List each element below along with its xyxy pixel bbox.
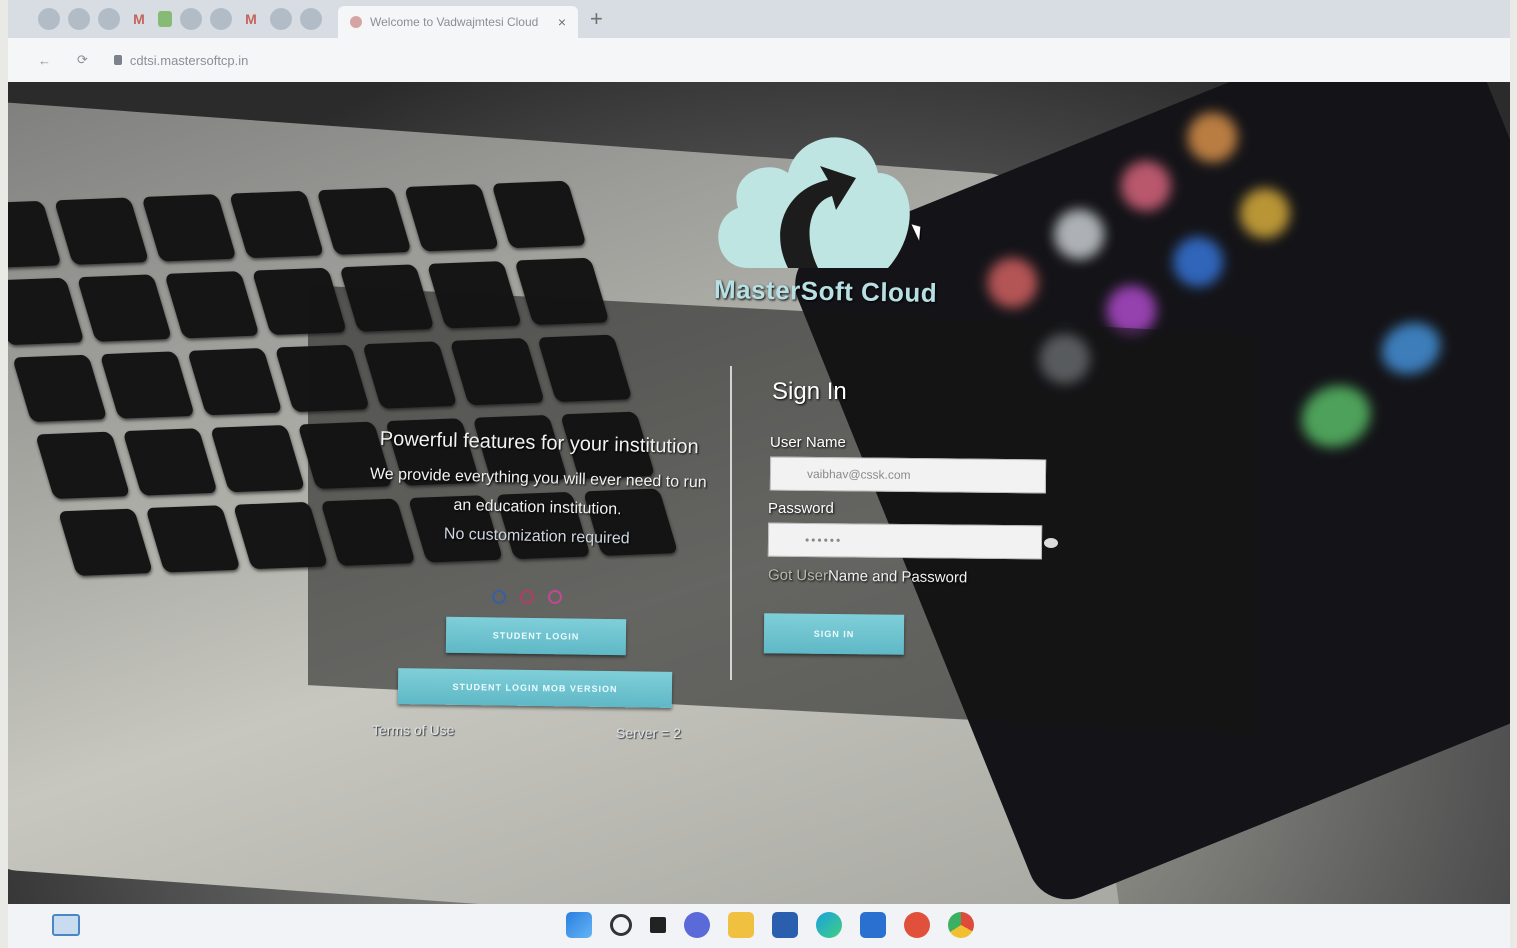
carousel-dot[interactable] <box>548 590 562 604</box>
password-label: Password <box>768 500 834 517</box>
terms-of-use-link[interactable]: Terms of Use <box>372 722 454 738</box>
screen: M M Welcome to Vadwajmtesi Cloud × + ← ⟳… <box>8 0 1510 948</box>
features-description: We provide everything you will ever need… <box>369 465 707 519</box>
task-view-icon[interactable] <box>650 917 666 933</box>
widgets-icon[interactable] <box>52 914 80 936</box>
arrow-back-icon[interactable]: ← <box>38 53 51 68</box>
tab-favicon-icon[interactable] <box>38 8 60 30</box>
store-icon[interactable] <box>772 912 798 938</box>
signin-title: Sign In <box>772 378 847 405</box>
gmail-tab-icon[interactable]: M <box>128 8 150 30</box>
tab-favicon-icon[interactable] <box>68 8 90 30</box>
student-login-mobile-button[interactable]: STUDENT LOGIN MOB VERSION <box>397 668 673 708</box>
browser-tab-bar: M M Welcome to Vadwajmtesi Cloud × + <box>8 0 1510 38</box>
reload-icon[interactable]: ⟳ <box>77 52 88 68</box>
signin-button[interactable]: SIGN IN <box>763 613 905 655</box>
password-input[interactable]: •••••• <box>767 522 1043 560</box>
student-login-button[interactable]: STUDENT LOGIN <box>445 616 627 656</box>
carousel-dot[interactable] <box>492 590 506 604</box>
app-icon[interactable] <box>904 912 930 938</box>
lock-icon <box>113 55 122 65</box>
forgot-rest: Name and Password <box>827 567 968 587</box>
edge-icon[interactable] <box>816 912 842 938</box>
mastersoft-cloud-logo <box>718 137 910 268</box>
mail-icon[interactable] <box>860 912 886 938</box>
forgot-prefix: Got <box>767 566 797 585</box>
gmail-tab-icon[interactable]: M <box>240 8 262 30</box>
carousel-dots <box>492 590 562 604</box>
site-favicon-icon <box>350 16 362 28</box>
tab-favicon-icon[interactable] <box>210 8 232 30</box>
url-text: cdtsi.mastersoftcp.in <box>129 52 249 68</box>
new-tab-button[interactable]: + <box>590 6 603 32</box>
tab-favicon-icon[interactable] <box>300 8 322 30</box>
close-tab-icon[interactable]: × <box>558 14 566 30</box>
tab-favicon-icon[interactable] <box>98 8 120 30</box>
file-explorer-icon[interactable] <box>728 912 754 938</box>
chat-icon[interactable] <box>684 912 710 938</box>
username-input[interactable]: vaibhav@cssk.com <box>769 456 1047 494</box>
tab-favicon-icon[interactable] <box>270 8 292 30</box>
windows-start-icon[interactable] <box>566 912 592 938</box>
search-icon[interactable] <box>610 914 632 936</box>
carousel-dot[interactable] <box>520 590 534 604</box>
address-bar[interactable]: cdtsi.mastersoftcp.in <box>113 52 249 68</box>
active-tab[interactable]: Welcome to Vadwajmtesi Cloud × <box>338 6 578 38</box>
username-label: User Name <box>770 434 846 451</box>
tab-favicon-icon[interactable] <box>180 8 202 30</box>
taskbar <box>8 904 1510 948</box>
forgot-credentials-link[interactable]: Got UserName and Password <box>768 567 967 587</box>
brand-name: MasterSoft Cloud <box>713 274 938 308</box>
features-block: Powerful features for your institution W… <box>366 426 709 556</box>
taskbar-apps <box>566 912 974 938</box>
vertical-divider <box>730 366 732 680</box>
server-label: Server = 2 <box>616 725 681 741</box>
show-password-icon[interactable] <box>1044 538 1058 548</box>
chrome-icon[interactable] <box>948 912 974 938</box>
address-bar-row: ← ⟳ cdtsi.mastersoftcp.in <box>8 38 1510 82</box>
sheets-tab-icon[interactable] <box>158 11 172 27</box>
forgot-highlight: User <box>796 567 829 585</box>
tab-title: Welcome to Vadwajmtesi Cloud <box>370 15 539 29</box>
